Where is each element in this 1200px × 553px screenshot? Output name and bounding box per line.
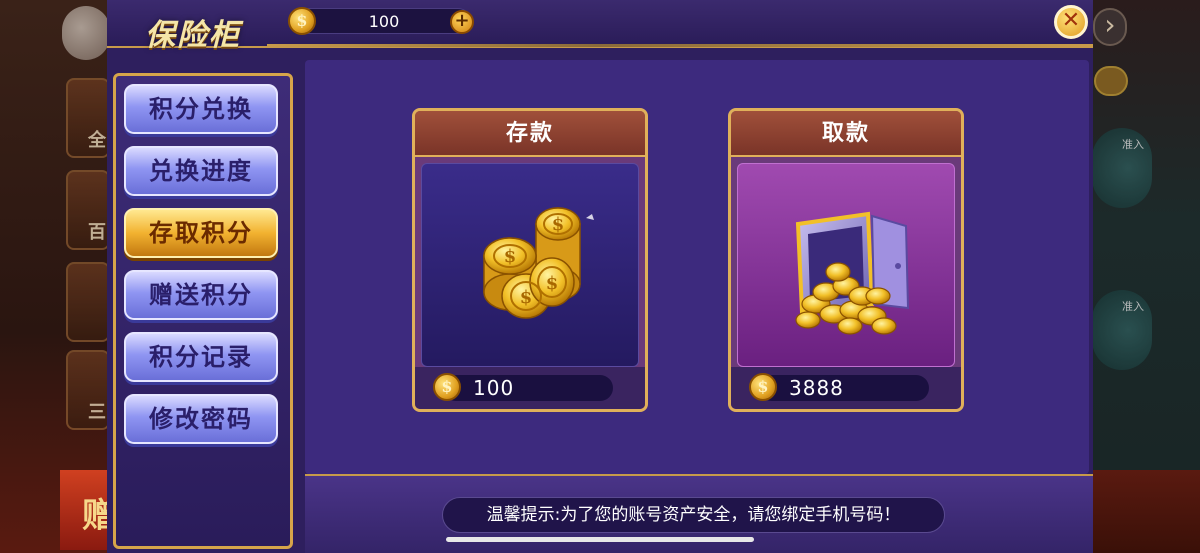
header-divider xyxy=(267,44,1093,47)
deposit-card-footer: $ 100 xyxy=(415,367,645,409)
game-tile: 三 xyxy=(66,350,110,430)
sidebar-item-deposit-withdraw[interactable]: 存取积分 xyxy=(124,208,278,258)
chat-icon xyxy=(1094,66,1128,96)
player-avatar xyxy=(62,6,110,60)
sidebar-item-change-password[interactable]: 修改密码 xyxy=(124,394,278,444)
coin-icon: $ xyxy=(288,7,316,35)
background-bottom-right xyxy=(1090,470,1200,553)
balance-bar: $ 100 xyxy=(288,7,471,35)
deposit-card[interactable]: 存款 $ $ $ $ $ 100 xyxy=(412,108,648,412)
sidebar-item-exchange-progress[interactable]: 兑换进度 xyxy=(124,146,278,196)
game-tile: 百 xyxy=(66,170,110,250)
svg-text:$: $ xyxy=(552,214,565,235)
coin-stack-icon: $ $ $ $ xyxy=(483,207,594,319)
svg-text:$: $ xyxy=(546,273,559,294)
coin-icon: $ xyxy=(433,373,461,401)
sidebar-item-gift-points[interactable]: 赠送积分 xyxy=(124,270,278,320)
close-button[interactable]: ✕ xyxy=(1054,5,1088,39)
table-tile: 准入 xyxy=(1092,290,1152,370)
deposit-amount-bar: $ 100 xyxy=(433,373,613,401)
sidebar-menu: 积分兑换 兑换进度 存取积分 赠送积分 积分记录 修改密码 xyxy=(113,73,293,549)
safe-dialog: 保险柜 $ 100 + ✕ 积分兑换 兑换进度 存取积分 赠送积分 积分记录 修… xyxy=(107,0,1093,553)
home-indicator[interactable] xyxy=(446,537,754,542)
table-tile: 准入 xyxy=(1092,128,1152,208)
safe-with-coins-icon xyxy=(795,211,910,335)
withdraw-card-title: 取款 xyxy=(731,111,961,157)
tip-message: 温馨提示:为了您的账号资产安全，请您绑定手机号码！ xyxy=(442,497,945,533)
add-coins-button[interactable]: + xyxy=(450,10,474,34)
game-tile xyxy=(66,262,110,342)
withdraw-amount-bar: $ 3888 xyxy=(749,373,929,401)
game-tile: 全 xyxy=(66,78,110,158)
withdraw-card-body[interactable] xyxy=(737,163,955,367)
withdraw-card-footer: $ 3888 xyxy=(731,367,961,409)
balance-value: 100 xyxy=(368,12,400,31)
coin-icon: $ xyxy=(749,373,777,401)
svg-text:$: $ xyxy=(504,246,517,267)
sidebar-item-points-exchange[interactable]: 积分兑换 xyxy=(124,84,278,134)
chevron-right-icon: › xyxy=(1093,8,1127,46)
deposit-amount: 100 xyxy=(473,376,515,400)
deposit-card-title: 存款 xyxy=(415,111,645,157)
deposit-card-body[interactable]: $ $ $ $ xyxy=(421,163,639,367)
withdraw-card[interactable]: 取款 $ 3888 xyxy=(728,108,964,412)
sidebar-item-points-record[interactable]: 积分记录 xyxy=(124,332,278,382)
withdraw-amount: 3888 xyxy=(789,376,844,400)
svg-text:$: $ xyxy=(520,287,533,308)
dialog-header: 保险柜 $ 100 + ✕ xyxy=(107,0,1093,53)
dialog-title: 保险柜 xyxy=(145,18,241,53)
